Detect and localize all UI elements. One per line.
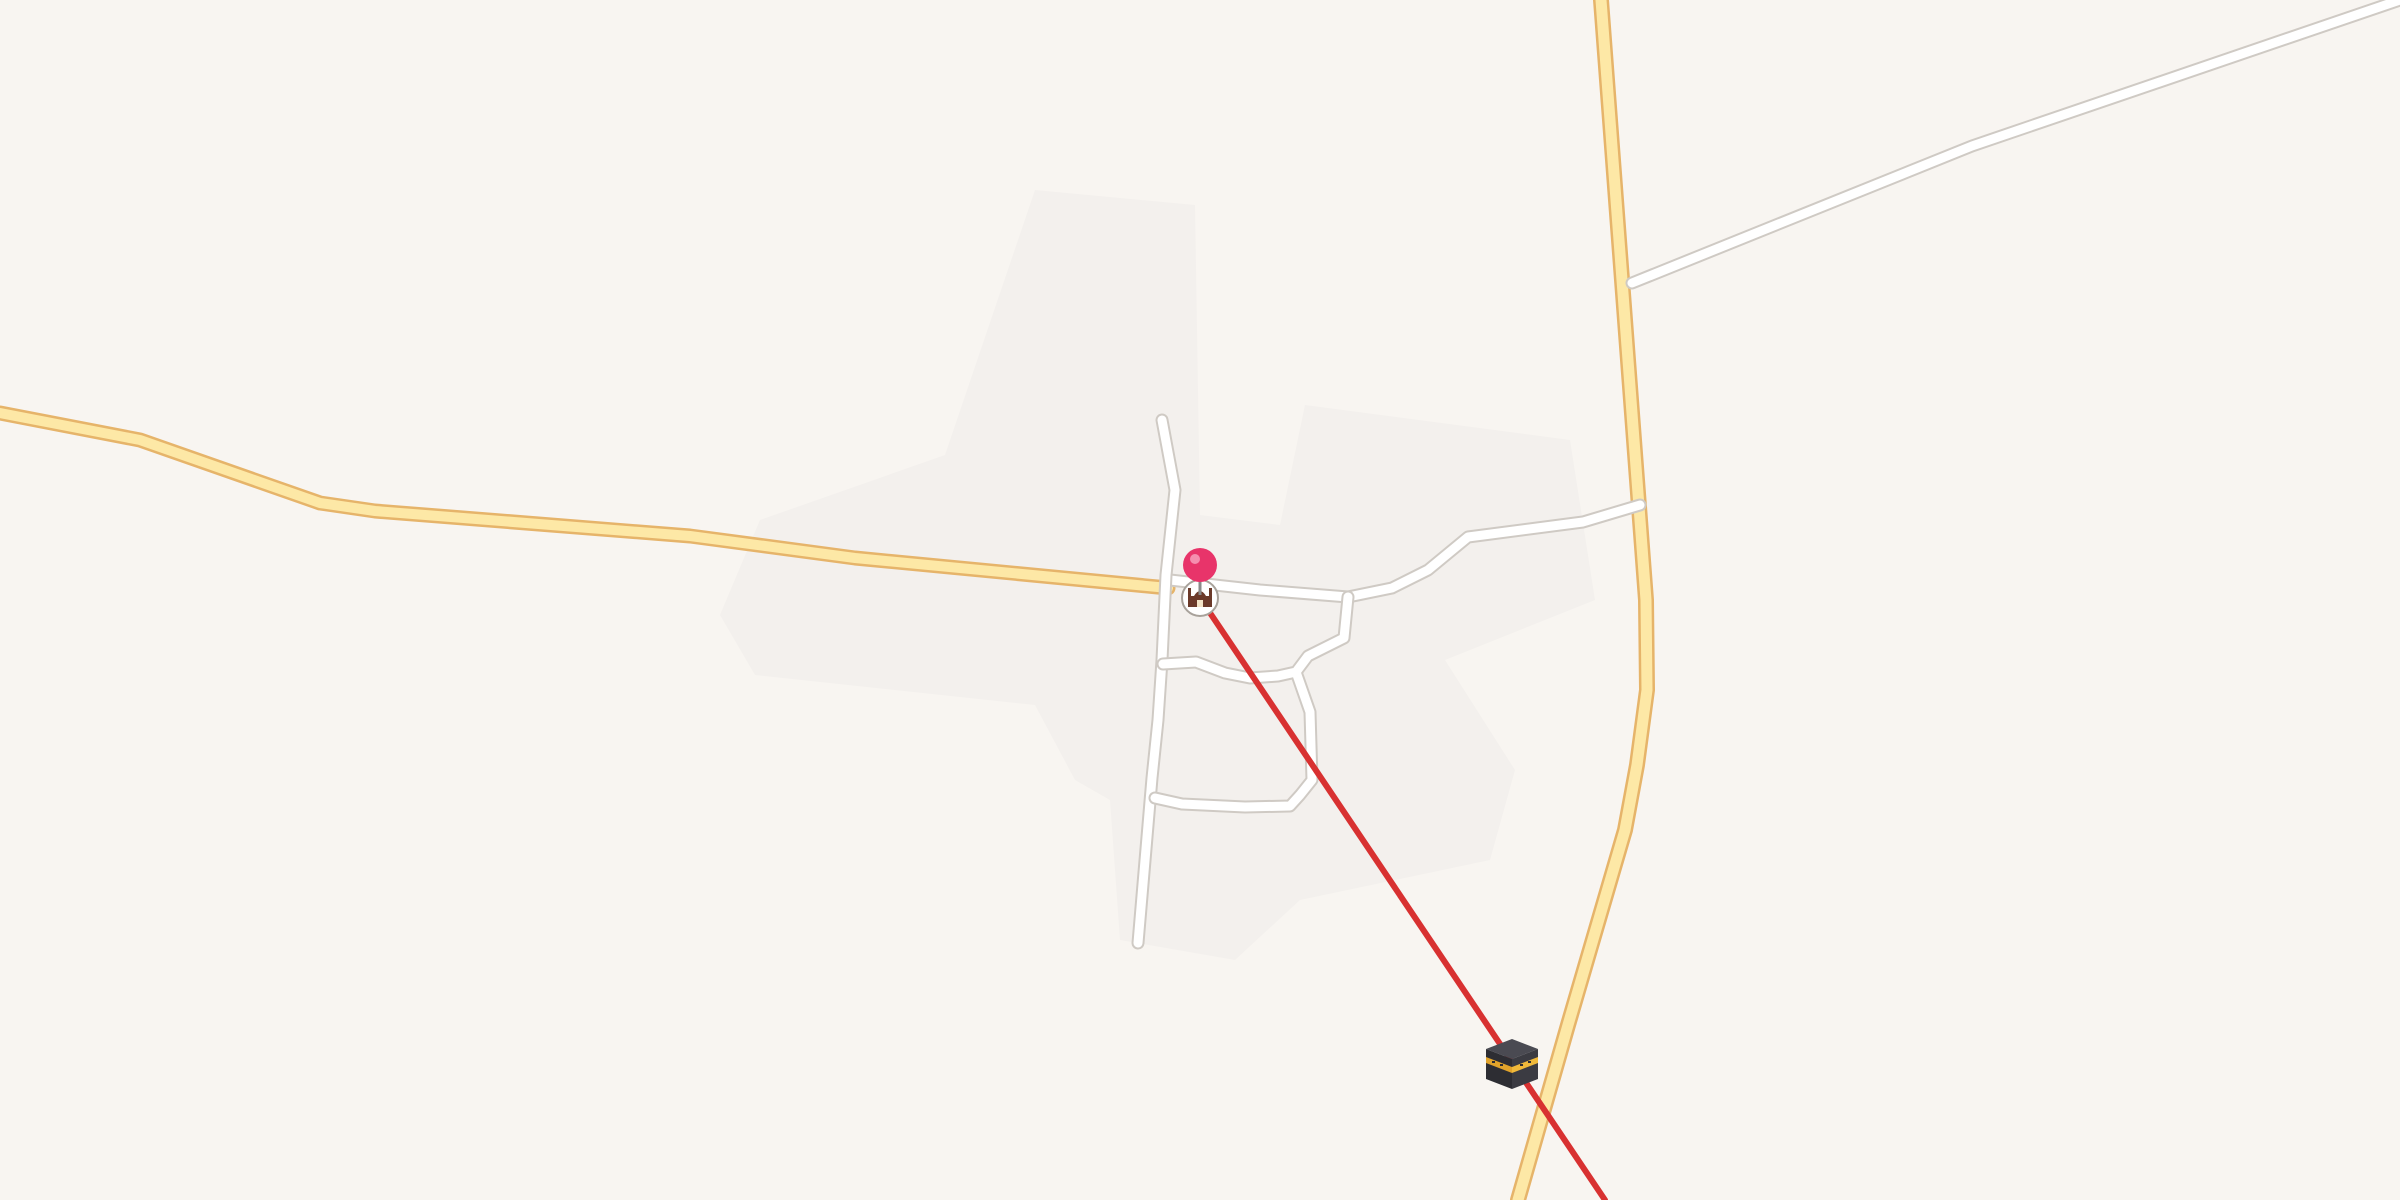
kaaba-icon[interactable] [1486, 1039, 1538, 1089]
map-canvas[interactable] [0, 0, 2400, 1200]
landuse-layer [720, 190, 1595, 960]
road-northeast [1627, 0, 2400, 288]
residential-area [720, 190, 1595, 960]
